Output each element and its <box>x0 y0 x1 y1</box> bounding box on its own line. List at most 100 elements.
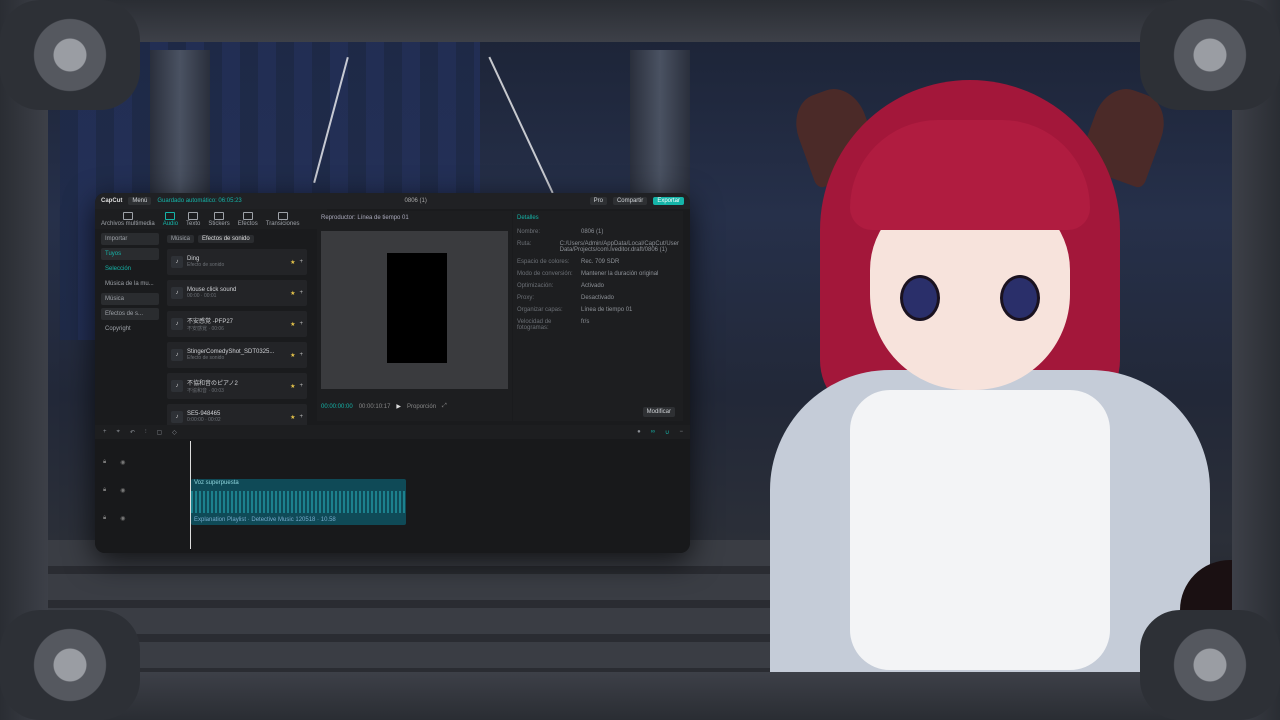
eye-icon[interactable]: ◉ <box>120 515 125 522</box>
audio-filter-bar: Música Efectos de sonido <box>167 233 317 245</box>
filter-music[interactable]: Música <box>167 235 195 243</box>
detail-value: Desactivado <box>581 295 615 301</box>
media-icon <box>122 211 133 220</box>
add-icon[interactable]: + <box>103 429 107 435</box>
timeline-toolbar: + ⌖ ↶ ⫶ ▢ ◇ ● ∞ ∪ − ⊕ <box>95 425 690 439</box>
staircase <box>40 540 780 680</box>
detail-value: Mantener la duración original <box>581 271 659 277</box>
detail-key: Espacio de colores: <box>517 259 570 265</box>
add-icon[interactable]: + <box>299 321 303 327</box>
eye-icon[interactable]: ◉ <box>120 487 125 494</box>
tool-effects[interactable]: Efectos <box>238 211 258 227</box>
magnet-icon[interactable]: ∪ <box>665 429 669 436</box>
text-icon <box>188 211 199 220</box>
export-button[interactable]: Exportar <box>653 197 684 205</box>
fullscreen-icon[interactable]: ⤢ <box>442 403 447 410</box>
detail-row: Optimización: Activado <box>517 283 679 289</box>
favorite-star-icon[interactable]: ★ <box>290 290 295 297</box>
lock-icon[interactable]: 🔒︎ <box>103 487 106 494</box>
asset-toolbar: Archivos multimedia Audio Texto Stickers… <box>95 209 327 229</box>
audio-icon <box>165 211 176 220</box>
share-button[interactable]: Compartir <box>612 197 648 205</box>
list-item[interactable]: ♪ 不協和音のピアノ2 不協和音 · 00:03 ★ + <box>167 373 307 399</box>
modify-button[interactable]: Modificar <box>642 407 675 417</box>
tool-label: Stickers <box>208 220 230 227</box>
playhead[interactable] <box>190 441 191 549</box>
preview-canvas[interactable] <box>321 231 508 389</box>
music-note-icon: ♪ <box>171 411 183 423</box>
audio-clip[interactable]: Voz superpuesta Explanation Playlist · D… <box>191 479 406 525</box>
favorite-star-icon[interactable]: ★ <box>290 259 295 266</box>
tool-text[interactable]: Texto <box>186 211 200 227</box>
detail-value: C:/Users/Admin/AppData/Local/CapCut/User… <box>559 241 679 253</box>
nav-yours[interactable]: Tuyos <box>101 248 159 260</box>
audio-category-nav: Importar Tuyos Selección Música de la mu… <box>101 233 159 423</box>
music-note-icon: ♪ <box>171 287 183 299</box>
sound-sub: 00:00 · 00:01 <box>187 293 217 299</box>
pillar-left <box>150 50 210 200</box>
player-controls: 00:00:00:00 00:00:10:17 ▶ Proporción ⤢ <box>321 403 508 410</box>
zoom-out-icon[interactable]: − <box>679 429 683 435</box>
nav-music-of[interactable]: Música de la mu... <box>101 278 159 290</box>
list-item[interactable]: ♪ Ding Efecto de sonido ★ + <box>167 249 307 275</box>
current-timecode: 00:00:00:00 <box>321 403 353 410</box>
vtuber-avatar <box>760 80 1240 680</box>
tool-media[interactable]: Archivos multimedia <box>101 211 155 227</box>
add-icon[interactable]: + <box>299 259 303 265</box>
nav-import[interactable]: Importar <box>101 233 159 245</box>
detail-row: Proxy: Desactivado <box>517 295 679 301</box>
detail-row: Velocidad de fotogramas: fr/s <box>517 319 679 331</box>
split-icon[interactable]: ⫶ <box>145 429 147 436</box>
nav-selection[interactable]: Selección <box>101 263 159 275</box>
tool-transitions[interactable]: Transiciones <box>265 211 300 227</box>
sound-list: ♪ Ding Efecto de sonido ★ + ♪ Mouse click sou… <box>167 249 307 435</box>
track-controls: 🔒︎ ◉ <box>103 459 163 466</box>
mascot-creature <box>1180 560 1280 720</box>
favorite-star-icon[interactable]: ★ <box>290 321 295 328</box>
app-logo: CapCut <box>101 198 123 204</box>
add-icon[interactable]: + <box>299 383 303 389</box>
nav-sound-effects[interactable]: Efectos de s... <box>101 308 159 320</box>
sound-sub: Efecto de sonido <box>187 262 225 268</box>
link-icon[interactable]: ∞ <box>651 429 655 435</box>
add-icon[interactable]: + <box>299 290 303 296</box>
shield-icon[interactable]: ◇ <box>172 429 177 436</box>
tool-label: Transiciones <box>265 220 300 227</box>
mic-icon[interactable]: ● <box>637 429 641 435</box>
eye-icon[interactable]: ◉ <box>120 459 125 466</box>
list-item[interactable]: ♪ Mouse click sound 00:00 · 00:01 ★ + <box>167 280 307 306</box>
tool-label: Archivos multimedia <box>101 220 155 227</box>
delete-icon[interactable]: ▢ <box>156 429 162 436</box>
detail-value: Línea de tiempo 01 <box>581 307 633 313</box>
select-cursor-icon[interactable]: ⌖ <box>117 429 120 436</box>
add-icon[interactable]: + <box>299 352 303 358</box>
filter-sfx[interactable]: Efectos de sonido <box>198 235 254 243</box>
tool-audio[interactable]: Audio <box>163 211 178 227</box>
favorite-star-icon[interactable]: ★ <box>290 414 295 421</box>
nav-copyright[interactable]: Copyright <box>101 323 159 335</box>
ratio-button[interactable]: Proporción <box>407 404 436 410</box>
list-item[interactable]: ♪ 不安感覚 -PFP27 不安感覚 · 00:06 ★ + <box>167 311 307 337</box>
nav-music[interactable]: Música <box>101 293 159 305</box>
favorite-star-icon[interactable]: ★ <box>290 352 295 359</box>
pro-button[interactable]: Pro <box>589 197 607 205</box>
menu-button[interactable]: Menú <box>128 197 152 205</box>
tool-stickers[interactable]: Stickers <box>208 211 230 227</box>
music-note-icon: ♪ <box>171 349 183 361</box>
list-item[interactable]: ♪ StingerComedyShot_SDT0325... Efecto de s… <box>167 342 307 368</box>
undo-icon[interactable]: ↶ <box>130 429 135 436</box>
lock-icon[interactable]: 🔒︎ <box>103 459 106 466</box>
detail-key: Modo de conversión: <box>517 271 573 277</box>
detail-row: Ruta: C:/Users/Admin/AppData/Local/CapCut… <box>517 241 679 253</box>
detail-key: Optimización: <box>517 283 554 289</box>
add-icon[interactable]: + <box>299 414 303 420</box>
avatar-bangs <box>850 120 1090 230</box>
avatar-eye-left <box>900 275 940 321</box>
favorite-star-icon[interactable]: ★ <box>290 383 295 390</box>
project-title: 0806 (1) <box>404 198 427 204</box>
play-icon[interactable]: ▶ <box>396 403 401 410</box>
avatar-eye-right <box>1000 275 1040 321</box>
lock-icon[interactable]: 🔒︎ <box>103 515 106 522</box>
details-panel: Detalles Nombre: 0806 (1) Ruta: C:/Users/A… <box>513 211 683 421</box>
music-note-icon: ♪ <box>171 256 183 268</box>
